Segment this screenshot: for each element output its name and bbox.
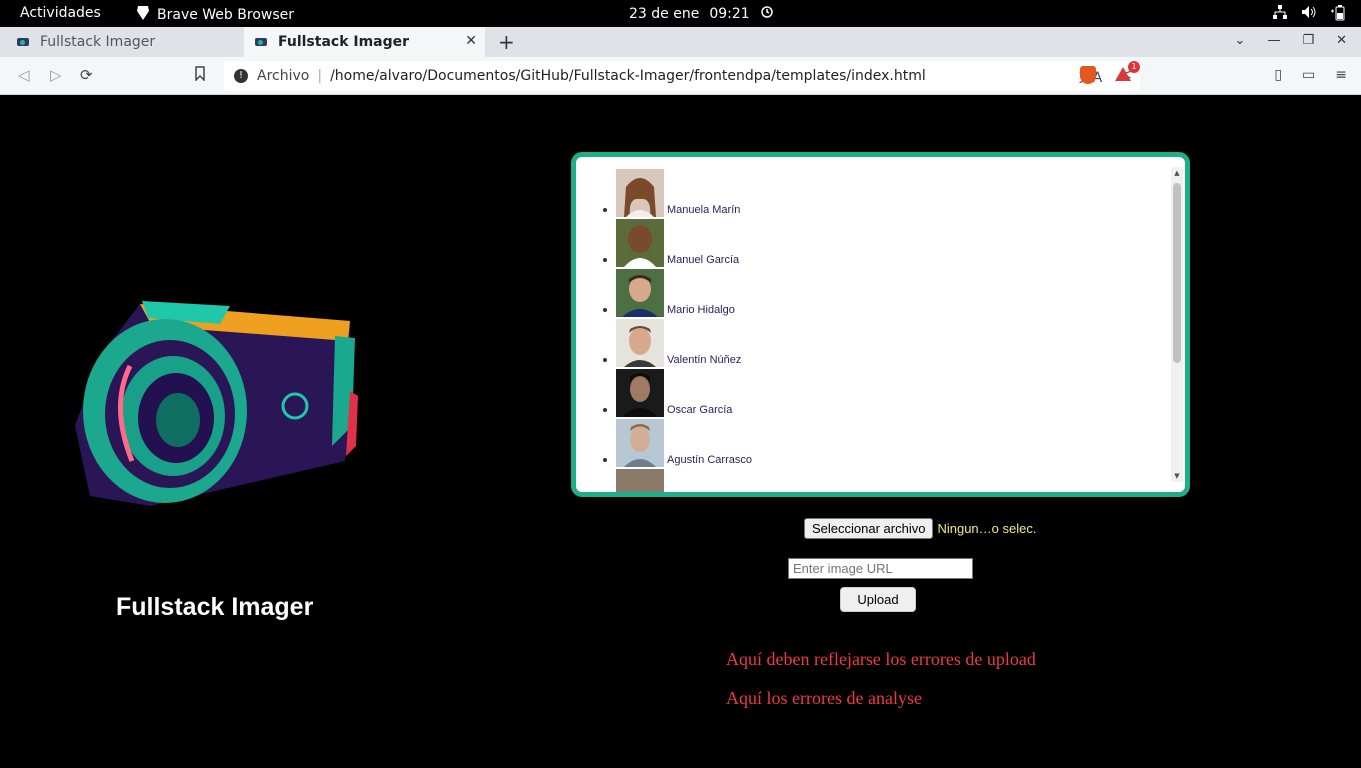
restore-icon[interactable]: ❐: [1302, 33, 1314, 48]
brand-title: Fullstack Imager: [116, 593, 314, 621]
person-name[interactable]: Mario Hidalgo: [667, 304, 735, 316]
avatar[interactable]: [616, 319, 664, 367]
gallery-scrollbar[interactable]: ▲ ▼: [1171, 167, 1183, 482]
person-name[interactable]: Manuela Marín: [667, 204, 740, 216]
camera-favicon-icon: [254, 36, 268, 48]
brave-rewards-icon[interactable]: 1: [1114, 61, 1140, 86]
file-status: Ningun…o selec.: [937, 521, 1037, 536]
address-bar[interactable]: ! Archivo | /home/alvaro/Documentos/GitH…: [224, 61, 1140, 91]
person-name[interactable]: Valentín Núñez: [667, 354, 741, 366]
bookmark-icon[interactable]: [194, 66, 206, 85]
camera-favicon-icon: [16, 36, 30, 48]
person-name[interactable]: Manuel García: [667, 254, 739, 266]
brave-shields-icon[interactable]: [1080, 66, 1096, 84]
choose-file-button[interactable]: Seleccionar archivo: [804, 518, 934, 539]
clock[interactable]: 23 de ene 09:21: [629, 5, 774, 23]
tab-title: Fullstack Imager: [278, 34, 410, 50]
image-gallery[interactable]: Manuela Marín Manuel García Mario Hidalg…: [571, 152, 1190, 497]
browser-toolbar-right: ▯ ▭ ≡: [1274, 67, 1347, 83]
analyse-error-message: Aquí los errores de analyse: [726, 688, 922, 708]
app-name: Brave Web Browser: [157, 7, 294, 23]
upload-error-message: Aquí deben reflejarse los errores de upl…: [726, 649, 1036, 669]
list-item[interactable]: Valentín Núñez: [576, 317, 1171, 367]
web-page: Fullstack Imager Manuela Marín Manuel Ga…: [2, 96, 1361, 768]
app-menu[interactable]: Brave Web Browser: [136, 5, 294, 25]
list-item[interactable]: Manuela Marín: [576, 167, 1171, 217]
avatar[interactable]: [616, 269, 664, 317]
reload-icon[interactable]: ⟳: [80, 66, 93, 84]
avatar[interactable]: [616, 169, 664, 217]
close-tab-icon[interactable]: ✕: [465, 33, 477, 49]
url-separator: |: [317, 68, 323, 84]
scroll-down-icon[interactable]: ▼: [1171, 472, 1183, 480]
rewards-badge: 1: [1128, 61, 1140, 73]
scheme-label: Archivo: [257, 68, 310, 84]
gallery-list: Manuela Marín Manuel García Mario Hidalg…: [576, 167, 1171, 492]
tab-title: Fullstack Imager: [40, 34, 156, 50]
battery-icon: [1331, 5, 1345, 25]
list-item[interactable]: [576, 467, 1171, 492]
forward-icon[interactable]: ▷: [50, 66, 62, 84]
alarm-icon: [760, 5, 774, 23]
network-icon: [1273, 5, 1287, 25]
image-url-input[interactable]: [788, 558, 973, 579]
camera-logo-image: [70, 296, 360, 511]
list-item[interactable]: Manuel García: [576, 217, 1171, 267]
tab-list-chevron-down-icon[interactable]: ⌄: [1235, 33, 1246, 48]
activities-button[interactable]: Actividades: [20, 5, 101, 21]
person-name[interactable]: Agustín Carrasco: [667, 454, 752, 466]
scrollbar-thumb[interactable]: [1173, 183, 1181, 363]
upload-button[interactable]: Upload: [840, 587, 916, 612]
back-icon[interactable]: ◁: [18, 66, 30, 84]
site-info-icon[interactable]: !: [234, 69, 248, 83]
volume-icon: [1301, 5, 1317, 25]
system-top-bar: Actividades Brave Web Browser 23 de ene …: [0, 0, 1361, 27]
new-tab-button[interactable]: +: [498, 30, 515, 54]
menu-icon[interactable]: ≡: [1335, 67, 1347, 83]
date-label: 23 de ene: [629, 6, 700, 22]
list-item[interactable]: Mario Hidalgo: [576, 267, 1171, 317]
window-controls: ⌄ — ❐ ✕: [1235, 33, 1347, 48]
tab-strip: Fullstack Imager Fullstack Imager ✕: [0, 27, 1361, 57]
tab-fullstack-imager-2[interactable]: Fullstack Imager ✕: [244, 27, 485, 57]
system-tray[interactable]: [1273, 5, 1345, 25]
close-window-icon[interactable]: ✕: [1336, 33, 1347, 48]
brave-lion-icon: [136, 5, 150, 25]
person-name[interactable]: Oscar García: [667, 404, 732, 416]
url-text[interactable]: /home/alvaro/Documentos/GitHub/Fullstack…: [330, 68, 926, 84]
sidebar-icon[interactable]: ▯: [1274, 67, 1282, 83]
avatar[interactable]: [616, 219, 664, 267]
list-item[interactable]: Oscar García: [576, 367, 1171, 417]
avatar[interactable]: [616, 469, 664, 492]
navigation-bar: ◁ ▷ ⟳ ! Archivo | /home/alvaro/Documento…: [0, 57, 1361, 95]
tab-fullstack-imager-1[interactable]: Fullstack Imager: [0, 27, 244, 57]
avatar[interactable]: [616, 369, 664, 417]
minimize-icon[interactable]: —: [1267, 33, 1280, 48]
time-label: 09:21: [709, 6, 750, 22]
scroll-up-icon[interactable]: ▲: [1171, 169, 1183, 177]
avatar[interactable]: [616, 419, 664, 467]
wallet-icon[interactable]: ▭: [1302, 67, 1315, 83]
file-picker: Seleccionar archivo Ningun…o selec.: [804, 518, 1036, 539]
list-item[interactable]: Agustín Carrasco: [576, 417, 1171, 467]
